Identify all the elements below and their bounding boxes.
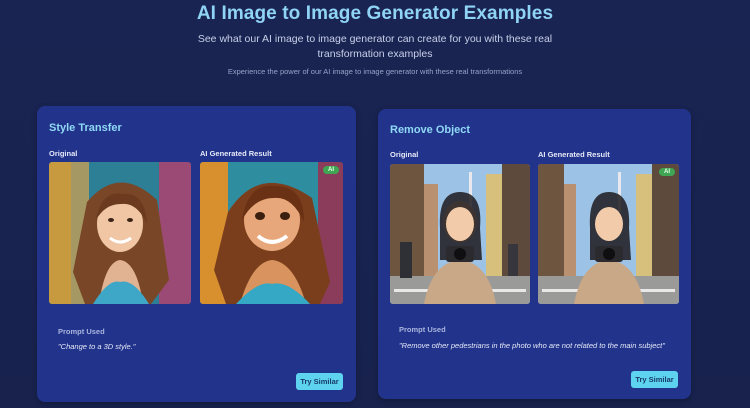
try-similar-button[interactable]: Try Similar xyxy=(631,371,678,388)
page-note: Experience the power of our AI image to … xyxy=(227,67,523,76)
ai-badge: AI xyxy=(659,168,675,176)
example-card-style-transfer: Style Transfer Original AI Generated Res… xyxy=(37,106,356,402)
card-title: Style Transfer xyxy=(49,122,122,134)
page-title: AI Image to Image Generator Examples xyxy=(196,3,554,24)
original-label: Original xyxy=(49,149,78,158)
try-similar-button[interactable]: Try Similar xyxy=(296,373,343,390)
page-subtitle: See what our AI image to image generator… xyxy=(197,33,553,60)
original-image xyxy=(49,162,191,304)
prompt-text: "Change to a 3D style." xyxy=(58,342,136,351)
card-title: Remove Object xyxy=(390,124,471,136)
example-card-remove-object: Remove Object Original AI Generated Resu… xyxy=(378,109,691,399)
original-image xyxy=(390,164,530,304)
ai-badge: AI xyxy=(323,166,339,174)
result-label: AI Generated Result xyxy=(538,150,610,159)
result-label: AI Generated Result xyxy=(200,149,272,158)
result-image: AI xyxy=(538,164,679,304)
prompt-heading: Prompt Used xyxy=(58,327,105,336)
original-label: Original xyxy=(390,150,419,159)
result-image: AI xyxy=(200,162,343,304)
prompt-text: "Remove other pedestrians in the photo w… xyxy=(399,341,665,350)
prompt-heading: Prompt Used xyxy=(399,325,446,334)
